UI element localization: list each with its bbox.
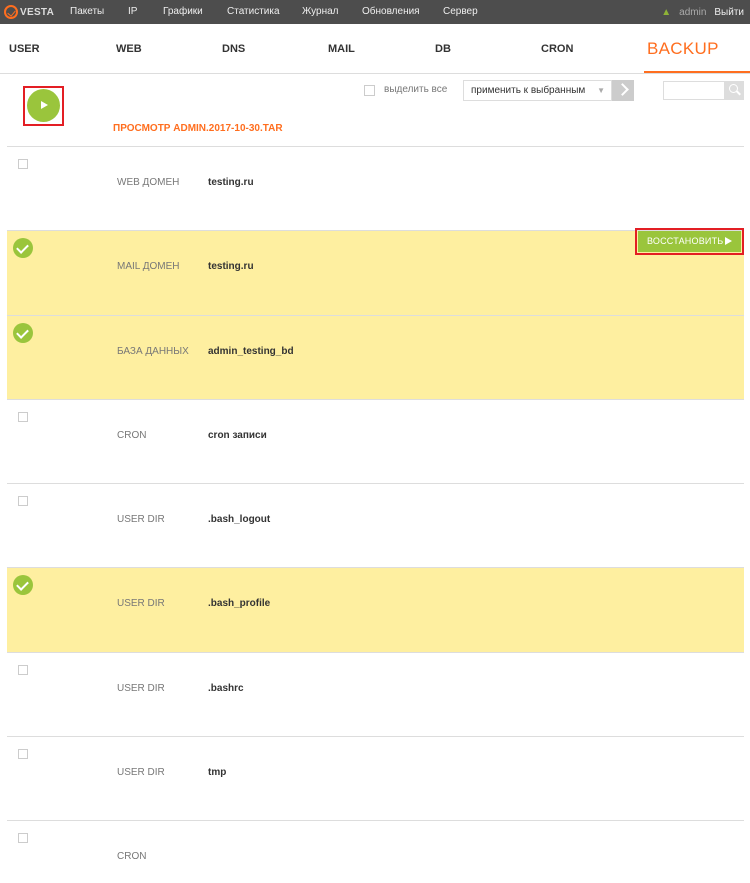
bulk-action-value: применить к выбранным bbox=[471, 85, 586, 96]
top-bar: VESTA Пакеты IP Графики Статистика Журна… bbox=[0, 0, 750, 24]
row-checkbox[interactable] bbox=[18, 833, 28, 844]
vesta-logo[interactable]: VESTA bbox=[4, 4, 54, 20]
backup-items-list: WEB ДОМЕН testing.ru MAIL ДОМЕН testing.… bbox=[7, 146, 744, 883]
chevron-down-icon: ▼ bbox=[597, 86, 605, 95]
item-name: .bashrc bbox=[208, 682, 244, 694]
bulk-action-select[interactable]: применить к выбранным ▼ bbox=[463, 80, 612, 101]
item-type: USER DIR bbox=[117, 682, 165, 694]
apply-action-button[interactable] bbox=[612, 80, 634, 101]
nav-log[interactable]: Журнал bbox=[302, 0, 339, 24]
username[interactable]: admin bbox=[679, 7, 706, 18]
row-checkbox[interactable] bbox=[18, 749, 28, 760]
tab-dns[interactable]: DNS bbox=[222, 24, 245, 74]
item-type: WEB ДОМЕН bbox=[117, 177, 180, 188]
item-name: testing.ru bbox=[208, 261, 254, 273]
list-item[interactable]: CRON bbox=[7, 820, 744, 883]
row-checkbox-checked[interactable] bbox=[13, 322, 33, 343]
restore-button-label: ВОССТАНОВИТЬ bbox=[647, 236, 724, 247]
item-type: БАЗА ДАННЫХ bbox=[117, 345, 189, 357]
search-icon[interactable] bbox=[725, 81, 744, 100]
row-checkbox[interactable] bbox=[18, 496, 28, 507]
item-name: .bash_profile bbox=[208, 598, 271, 610]
tab-user[interactable]: USER bbox=[9, 24, 40, 74]
item-type: CRON bbox=[117, 851, 147, 863]
nav-statistics[interactable]: Статистика bbox=[227, 0, 280, 24]
row-checkbox[interactable] bbox=[18, 411, 28, 422]
logo-text: VESTA bbox=[20, 6, 55, 18]
list-item[interactable]: USER DIR tmp bbox=[7, 736, 744, 821]
row-checkbox[interactable] bbox=[18, 664, 28, 675]
item-type: USER DIR bbox=[117, 767, 165, 779]
item-type: USER DIR bbox=[117, 514, 165, 526]
row-checkbox-checked[interactable] bbox=[13, 238, 33, 259]
item-name: tmp bbox=[208, 767, 227, 779]
vesta-logo-icon bbox=[4, 5, 18, 19]
nav-updates[interactable]: Обновления bbox=[362, 0, 420, 24]
item-name: .bash_logout bbox=[208, 514, 271, 526]
item-name: testing.ru bbox=[208, 177, 254, 188]
user-area: ▲ admin Выйти bbox=[661, 0, 744, 24]
bell-icon[interactable]: ▲ bbox=[661, 7, 671, 18]
restore-button[interactable]: ВОССТАНОВИТЬ bbox=[638, 231, 741, 253]
list-item[interactable]: USER DIR .bash_profile bbox=[7, 567, 744, 652]
tab-cron[interactable]: CRON bbox=[541, 24, 573, 74]
item-name: cron записи bbox=[208, 429, 267, 441]
search-input[interactable] bbox=[663, 81, 725, 100]
tab-backup[interactable]: BACKUP bbox=[647, 24, 719, 74]
row-checkbox[interactable] bbox=[18, 159, 28, 169]
select-all-checkbox[interactable] bbox=[364, 85, 375, 96]
list-item[interactable]: USER DIR .bash_logout bbox=[7, 483, 744, 568]
back-button[interactable] bbox=[27, 89, 60, 122]
item-name: admin_testing_bd bbox=[208, 345, 294, 357]
logout-link[interactable]: Выйти bbox=[714, 7, 744, 18]
page-title: ПРОСМОТР ADMIN.2017-10-30.TAR bbox=[113, 123, 283, 134]
tab-web[interactable]: WEB bbox=[116, 24, 142, 74]
active-tab-underline bbox=[644, 71, 750, 73]
list-item[interactable]: USER DIR .bashrc bbox=[7, 651, 744, 737]
list-item[interactable]: CRON cron записи bbox=[7, 398, 744, 484]
item-type: MAIL ДОМЕН bbox=[117, 261, 180, 273]
nav-packages[interactable]: Пакеты bbox=[70, 0, 104, 24]
item-type: CRON bbox=[117, 429, 147, 441]
row-checkbox-checked[interactable] bbox=[13, 575, 33, 596]
list-item[interactable]: MAIL ДОМЕН testing.ru ВОССТАНОВИТЬ bbox=[7, 228, 744, 315]
item-type: USER DIR bbox=[117, 598, 165, 610]
nav-ip[interactable]: IP bbox=[128, 0, 137, 24]
nav-server[interactable]: Сервер bbox=[443, 0, 478, 24]
list-item[interactable]: WEB ДОМЕН testing.ru bbox=[7, 146, 744, 231]
section-tabs: USER WEB DNS MAIL DB CRON BACKUP bbox=[0, 24, 750, 74]
list-item[interactable]: БАЗА ДАННЫХ admin_testing_bd bbox=[7, 314, 744, 399]
tab-db[interactable]: DB bbox=[435, 24, 451, 74]
nav-graphs[interactable]: Графики bbox=[163, 0, 203, 24]
select-all-label[interactable]: выделить все bbox=[384, 84, 447, 95]
play-icon bbox=[725, 237, 732, 246]
tab-mail[interactable]: MAIL bbox=[328, 24, 355, 74]
